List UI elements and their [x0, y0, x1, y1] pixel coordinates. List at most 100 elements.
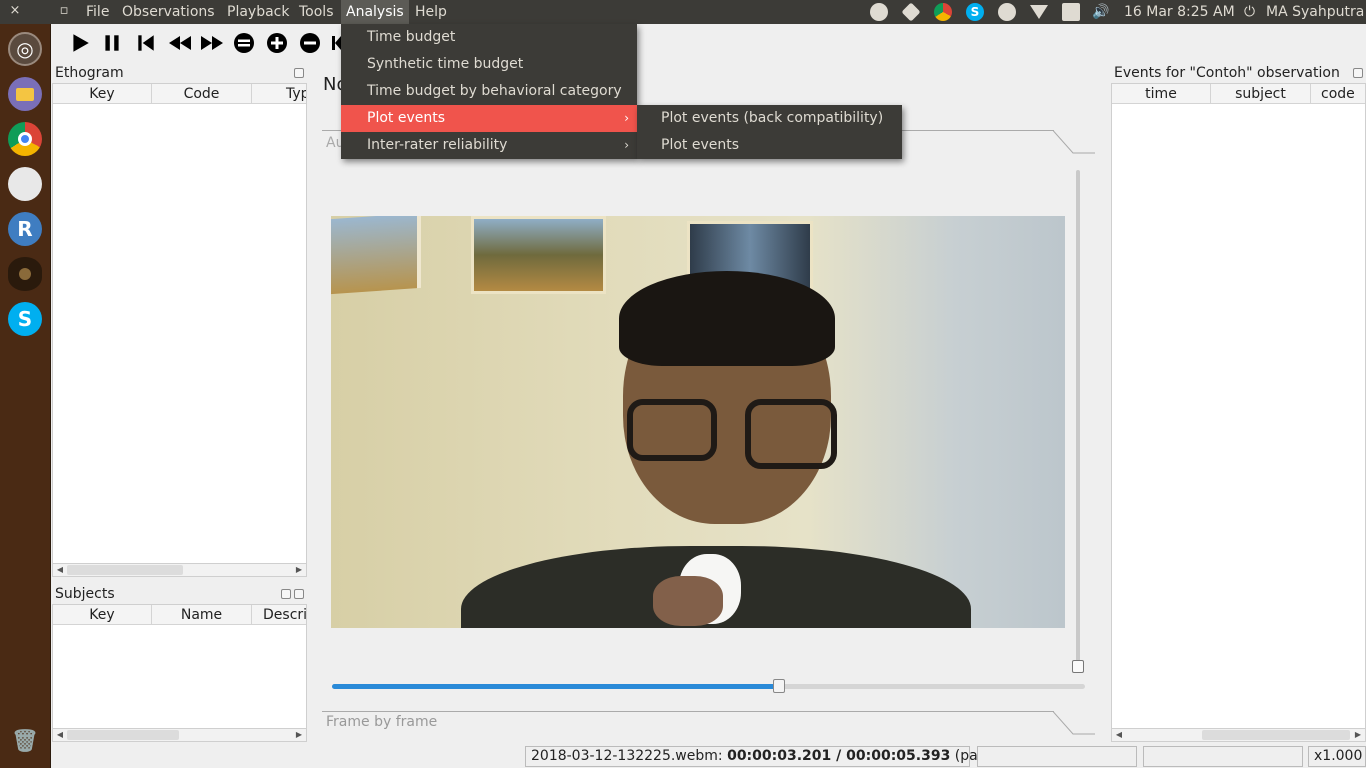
- clipboard-check-icon[interactable]: [1062, 3, 1080, 21]
- close-window-button[interactable]: ×: [8, 3, 22, 21]
- menu-item-time-budget[interactable]: Time budget: [341, 24, 637, 51]
- volume-slider-handle[interactable]: [1072, 660, 1084, 673]
- speed-down-icon[interactable]: [299, 32, 321, 54]
- chrome-icon[interactable]: [8, 122, 42, 156]
- menu-item-label: Time budget by behavioral category: [367, 83, 622, 99]
- menu-item-time-budget-by-category[interactable]: Time budget by behavioral category: [341, 78, 637, 105]
- subjects-col-name[interactable]: Name: [152, 605, 252, 625]
- scroll-right-icon[interactable]: ▶: [293, 564, 305, 576]
- status-file: 2018-03-12-132225.webm:: [531, 748, 723, 764]
- glasses-left-lens: [627, 399, 717, 461]
- disk-icon[interactable]: [8, 167, 42, 201]
- subjects-close-button[interactable]: [294, 589, 304, 599]
- ethogram-float-button[interactable]: [294, 68, 304, 78]
- events-col-code[interactable]: code: [1311, 84, 1365, 104]
- dropbox-icon[interactable]: [901, 2, 921, 22]
- ethogram-header: Key Code Type: [53, 84, 306, 104]
- volume-icon[interactable]: 🔊: [1092, 3, 1110, 21]
- subjects-hscroll[interactable]: ◀ ▶: [52, 728, 307, 742]
- subjects-col-description[interactable]: Description: [252, 605, 306, 625]
- events-float-button[interactable]: [1353, 68, 1363, 78]
- seek-slider-handle[interactable]: [773, 679, 786, 693]
- r-icon[interactable]: R: [8, 212, 42, 246]
- ethogram-hscroll[interactable]: ◀ ▶: [52, 563, 307, 577]
- submenu-plot-events[interactable]: Plot events: [637, 132, 902, 159]
- speed-up-icon[interactable]: [266, 32, 288, 54]
- group-corner-top: [1053, 130, 1095, 154]
- clock-time: 8:25 AM: [1177, 4, 1235, 20]
- scroll-thumb[interactable]: [1202, 730, 1350, 740]
- menu-item-label: Synthetic time budget: [367, 56, 524, 72]
- wall-picture-tree: [471, 216, 606, 294]
- menu-analysis[interactable]: Analysis: [341, 0, 409, 24]
- events-col-time[interactable]: time: [1112, 84, 1211, 104]
- status-box-empty-1: [977, 746, 1137, 767]
- clock[interactable]: 16 Mar 8:25 AM: [1124, 0, 1235, 24]
- maximize-window-button[interactable]: ▫: [57, 3, 71, 21]
- scroll-thumb[interactable]: [67, 730, 179, 740]
- ethogram-title: Ethogram: [55, 65, 124, 81]
- trash-icon[interactable]: 🗑: [8, 724, 42, 758]
- seek-slider-track[interactable]: [332, 679, 1085, 693]
- plot-events-submenu: Plot events (back compatibility) Plot ev…: [637, 105, 902, 159]
- menu-playback[interactable]: Playback: [222, 0, 294, 24]
- wall-picture-left: [331, 216, 421, 295]
- submenu-plot-events-back-compat[interactable]: Plot events (back compatibility): [637, 105, 902, 132]
- group-corner-bottom: [1053, 711, 1095, 735]
- scroll-left-icon[interactable]: ◀: [54, 564, 66, 576]
- menu-item-inter-rater-reliability[interactable]: Inter-rater reliability ›: [341, 132, 637, 159]
- events-table[interactable]: time subject code: [1111, 83, 1366, 729]
- scroll-right-icon[interactable]: ▶: [293, 729, 305, 741]
- ethogram-col-type[interactable]: Type: [252, 84, 306, 104]
- skip-start-icon[interactable]: [135, 32, 157, 54]
- events-hscroll[interactable]: ◀ ▶: [1111, 728, 1366, 742]
- reset-speed-icon[interactable]: [233, 32, 255, 54]
- menu-tools[interactable]: Tools: [294, 0, 339, 24]
- top-menu-bar: × ▫ File Observations Playback Tools Ana…: [0, 0, 1366, 24]
- volume-slider-track[interactable]: [1076, 170, 1080, 668]
- scroll-left-icon[interactable]: ◀: [1113, 729, 1125, 741]
- skype-icon[interactable]: S: [8, 302, 42, 336]
- jump-back-icon[interactable]: [331, 32, 341, 54]
- menu-observations[interactable]: Observations: [117, 0, 220, 24]
- glasses-right-lens: [745, 399, 837, 469]
- ethogram-col-code[interactable]: Code: [152, 84, 252, 104]
- menu-item-synthetic-time-budget[interactable]: Synthetic time budget: [341, 51, 637, 78]
- events-col-subject[interactable]: subject: [1211, 84, 1311, 104]
- menu-help[interactable]: Help: [410, 0, 452, 24]
- pause-icon[interactable]: [101, 32, 123, 54]
- person-hand: [653, 576, 723, 626]
- user-name[interactable]: MA Syahputra: [1266, 0, 1364, 24]
- keyring-icon[interactable]: [998, 3, 1016, 21]
- rewind-icon[interactable]: [167, 32, 193, 54]
- files-icon[interactable]: [8, 77, 42, 111]
- ethogram-table[interactable]: Key Code Type: [52, 83, 307, 564]
- scroll-right-icon[interactable]: ▶: [1352, 729, 1364, 741]
- user-icon[interactable]: ⏻: [1244, 3, 1262, 21]
- subjects-table[interactable]: Key Name Description: [52, 604, 307, 729]
- status-playback: 2018-03-12-132225.webm: 00:00:03.201 / 0…: [525, 746, 1017, 767]
- menu-item-plot-events[interactable]: Plot events ›: [341, 105, 637, 132]
- chrome-tray-icon[interactable]: [934, 3, 952, 21]
- fast-forward-icon[interactable]: [199, 32, 225, 54]
- subjects-col-key[interactable]: Key: [53, 605, 152, 625]
- wifi-icon[interactable]: [1030, 5, 1048, 19]
- skype-tray-icon[interactable]: S: [966, 3, 984, 21]
- sync-icon[interactable]: [870, 3, 888, 21]
- ethogram-col-key[interactable]: Key: [53, 84, 152, 104]
- menu-item-label: Inter-rater reliability: [367, 137, 508, 153]
- eye-app-icon[interactable]: [8, 257, 42, 291]
- chevron-right-icon: ›: [624, 111, 629, 125]
- analysis-menu: Time budget Synthetic time budget Time b…: [341, 24, 637, 159]
- scroll-thumb[interactable]: [67, 565, 183, 575]
- menu-item-label: Time budget: [367, 29, 456, 45]
- subjects-header: Key Name Description: [53, 605, 306, 625]
- status-time: 00:00:03.201 / 00:00:05.393: [727, 748, 951, 764]
- ubuntu-dash-icon[interactable]: ◎: [8, 32, 42, 66]
- status-speed: x1.000: [1308, 746, 1366, 767]
- scroll-left-icon[interactable]: ◀: [54, 729, 66, 741]
- menu-file[interactable]: File: [81, 0, 114, 24]
- video-frame[interactable]: [331, 216, 1065, 628]
- play-icon[interactable]: [69, 32, 91, 54]
- subjects-float-button[interactable]: [281, 589, 291, 599]
